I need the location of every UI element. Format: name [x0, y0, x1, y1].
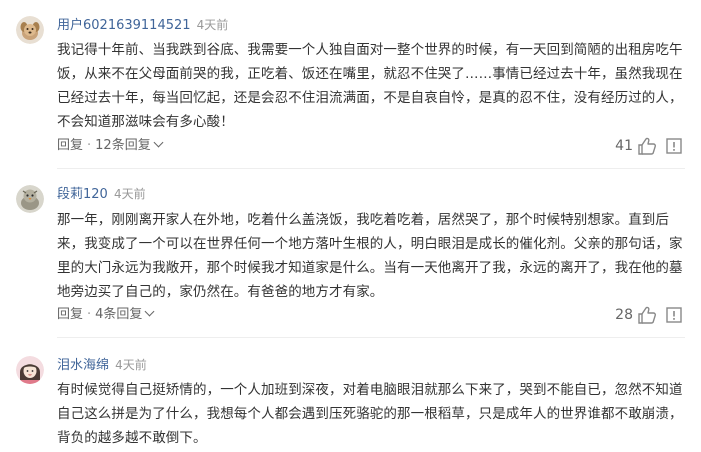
view-replies-button[interactable]: 4条回复: [95, 306, 155, 322]
comment-text: 有时候觉得自己挺矫情的，一个人加班到深夜，对着电脑眼泪就那么下来了，哭到不能自已…: [57, 382, 683, 446]
comment-time: 4天前: [113, 187, 146, 201]
report-icon[interactable]: [665, 137, 685, 155]
comment-right-actions: 41: [615, 137, 685, 155]
thumbs-up-icon[interactable]: [637, 137, 657, 155]
comment-text: 那一年，刚刚离开家人在外地，吃着什么盖浇饭，我吃着吃着，居然哭了，那个时候特别想…: [57, 212, 683, 300]
view-replies-button[interactable]: 12条回复: [95, 137, 164, 153]
chevron-down-icon: [144, 306, 155, 317]
comment-actions: 回复 · 12条回复 41: [57, 137, 685, 155]
replies-count-label: 12条回复: [95, 138, 151, 153]
puppy-avatar-icon[interactable]: [16, 16, 44, 44]
bird-avatar-icon[interactable]: [16, 185, 44, 213]
comment-username[interactable]: 段莉120: [57, 187, 108, 202]
comment-divider: [57, 168, 685, 169]
separator: ·: [87, 307, 92, 322]
comment-divider: [57, 337, 685, 338]
chevron-down-icon: [153, 137, 164, 148]
reply-button[interactable]: 回复: [57, 138, 83, 153]
separator: ·: [87, 138, 92, 153]
comment-time: 4天前: [115, 358, 147, 372]
comment-right-actions: 28: [615, 306, 685, 324]
girl-avatar-icon[interactable]: [16, 356, 44, 384]
comment-time: 4天前: [196, 18, 229, 32]
report-icon[interactable]: [665, 306, 685, 324]
like-count: 28: [615, 307, 633, 323]
thumbs-up-icon[interactable]: [637, 306, 657, 324]
comment-text: 我记得十年前、当我跌到谷底、我需要一个人独自面对一整个世界的时候，有一天回到简陋…: [57, 42, 683, 130]
comment-username[interactable]: 用户6021639114521: [57, 18, 191, 33]
replies-count-label: 4条回复: [95, 307, 143, 322]
reply-button[interactable]: 回复: [57, 307, 83, 322]
like-count: 41: [615, 138, 633, 154]
comment-actions: 回复 · 4条回复 28: [57, 306, 685, 324]
comment-username[interactable]: 泪水海绵: [57, 358, 109, 373]
